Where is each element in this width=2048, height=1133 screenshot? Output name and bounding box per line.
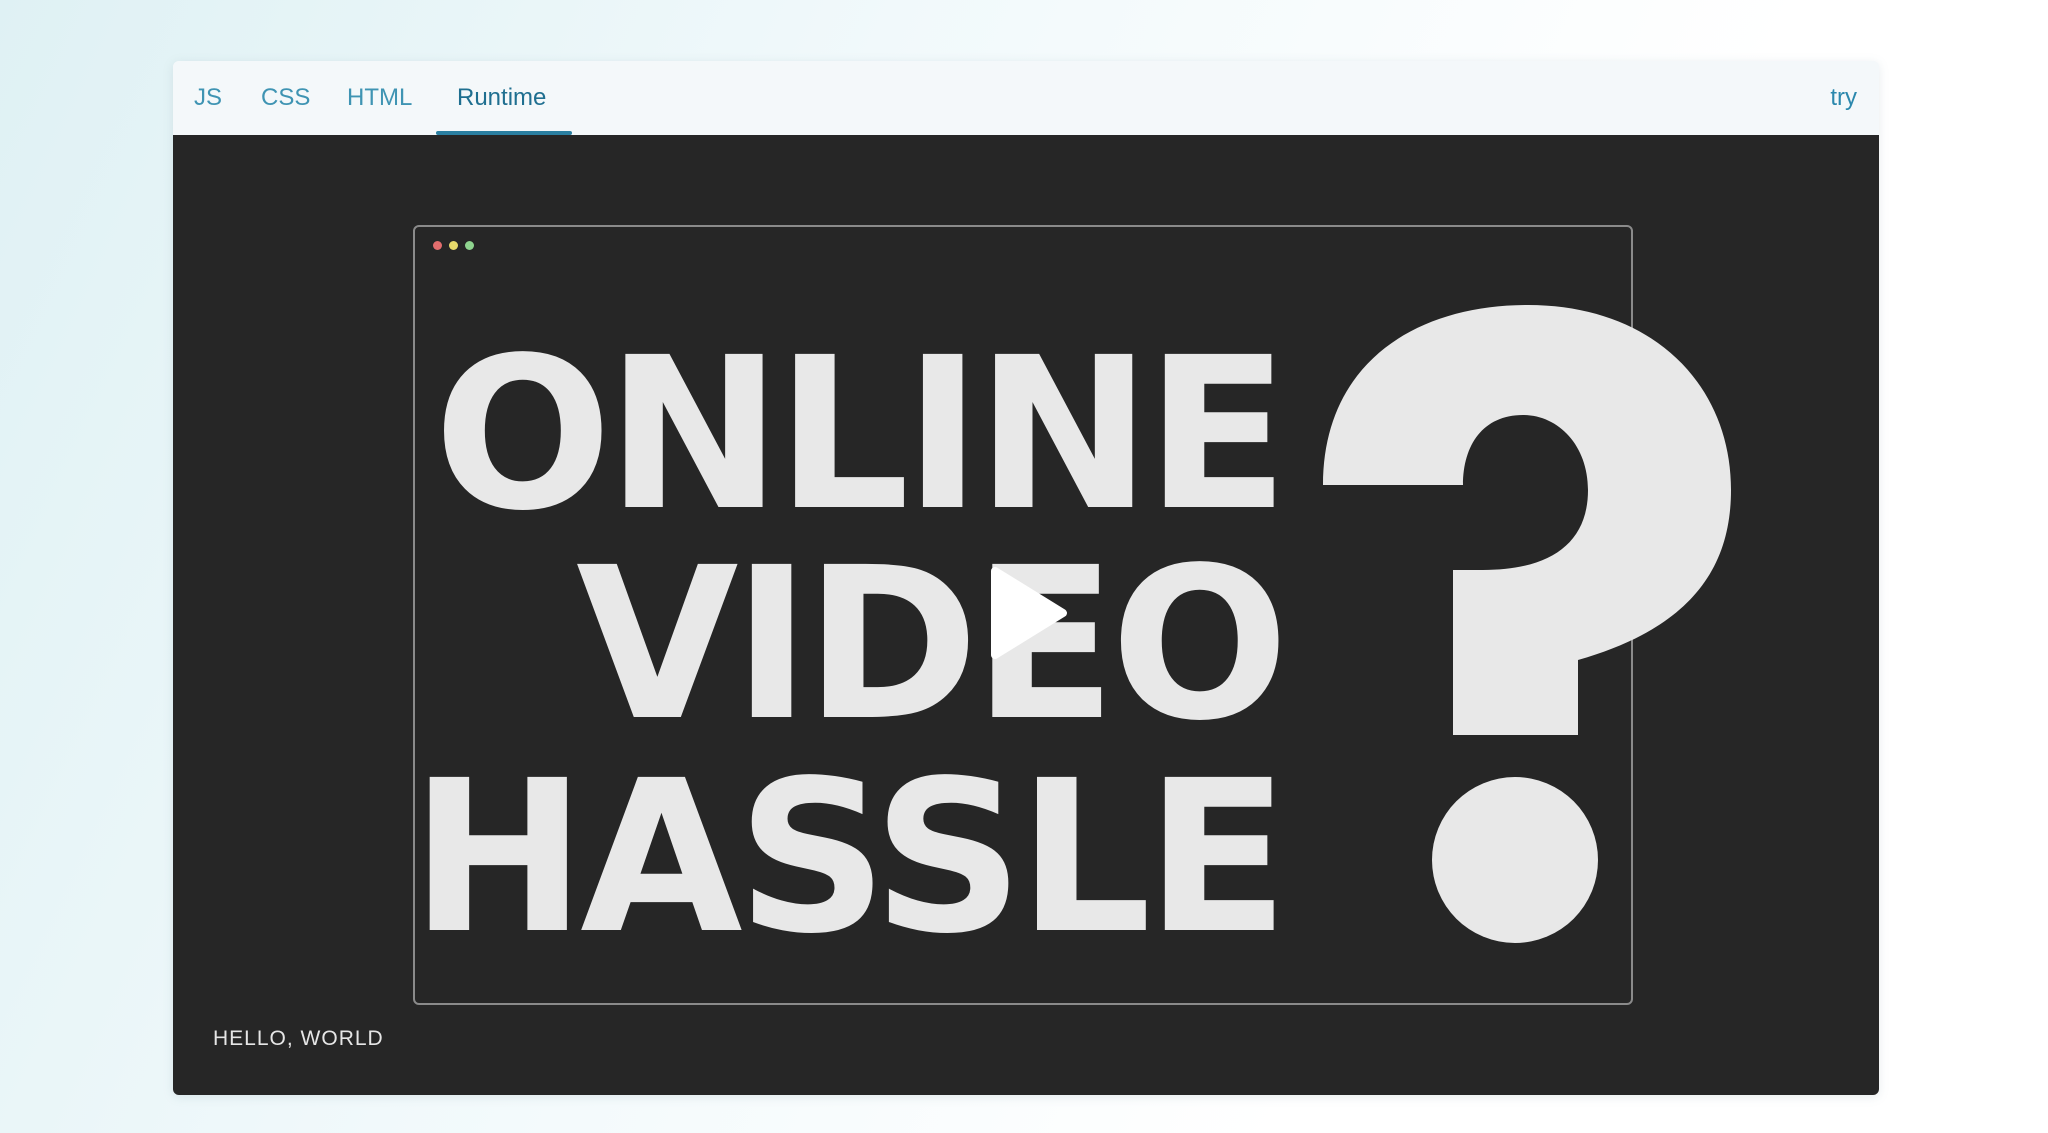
runtime-output: ONLINE VIDEO HASSLE <box>173 135 1879 1095</box>
play-icon[interactable] <box>989 565 1069 661</box>
window-dot-green <box>465 241 474 250</box>
tab-js[interactable]: JS <box>194 61 222 135</box>
video-title-line-2: VIDEO <box>576 522 1289 767</box>
video-title-line-3: HASSLE <box>410 735 1289 980</box>
output-text: HELLO, WORLD <box>213 1027 384 1050</box>
question-mark-graphic <box>1323 305 1731 943</box>
tab-runtime[interactable]: Runtime <box>457 61 546 135</box>
try-button[interactable]: try <box>1830 61 1857 135</box>
tab-html[interactable]: HTML <box>347 61 412 135</box>
window-dot-yellow <box>449 241 458 250</box>
window-dot-red <box>433 241 442 250</box>
code-panel: JS CSS HTML Runtime try ONLINE VIDEO HAS… <box>173 61 1879 1095</box>
video-title-line-1: ONLINE <box>433 312 1289 557</box>
tab-bar: JS CSS HTML Runtime try <box>173 61 1879 135</box>
tab-css[interactable]: CSS <box>261 61 310 135</box>
